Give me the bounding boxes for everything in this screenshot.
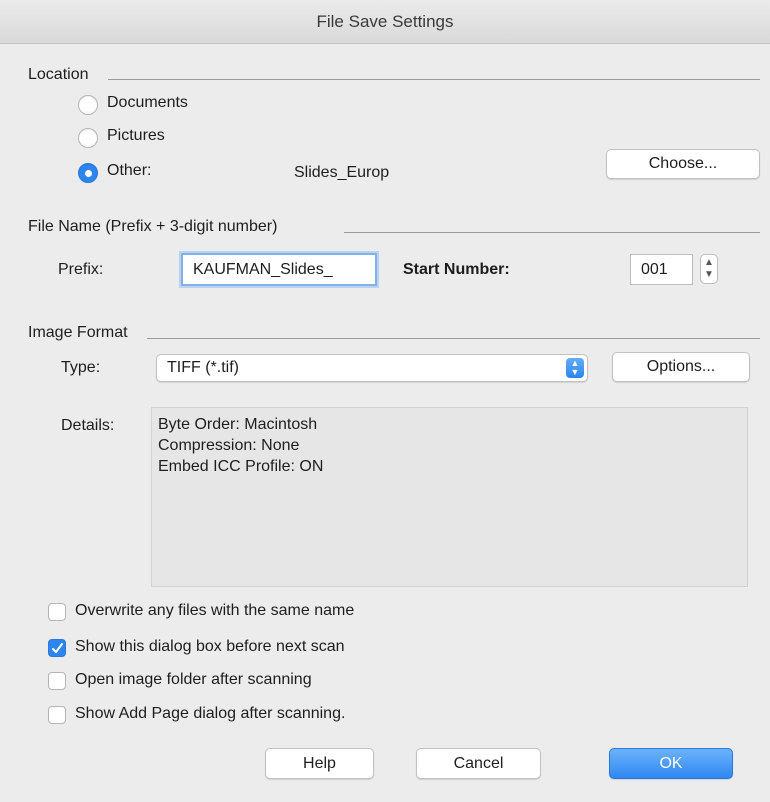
details-label: Details: [61, 417, 115, 434]
overwrite-checkbox-label: Overwrite any files with the same name [75, 602, 355, 619]
radio-pictures-label: Pictures [107, 127, 165, 144]
stepper-up-icon[interactable]: ▲ [704, 257, 714, 268]
file-name-section-label: File Name (Prefix + 3-digit number) [28, 218, 278, 235]
ok-button[interactable]: OK [609, 748, 733, 779]
help-button[interactable]: Help [265, 748, 374, 779]
show-dialog-checkbox-label: Show this dialog box before next scan [75, 638, 345, 655]
window-title: File Save Settings [0, 0, 770, 44]
overwrite-checkbox[interactable] [48, 603, 66, 621]
cancel-button[interactable]: Cancel [416, 748, 541, 779]
details-line: Byte Order: Macintosh [158, 416, 318, 433]
start-number-label: Start Number: [403, 261, 510, 278]
radio-pictures[interactable] [78, 128, 98, 148]
open-folder-checkbox-label: Open image folder after scanning [75, 671, 312, 688]
radio-other-label: Other: [107, 162, 152, 179]
location-divider [108, 79, 760, 80]
start-number-input[interactable]: 001 [630, 254, 693, 285]
prefix-label: Prefix: [58, 261, 104, 278]
checkmark-icon [52, 643, 63, 653]
show-dialog-checkbox[interactable] [48, 639, 66, 657]
radio-documents-label: Documents [107, 94, 188, 111]
radio-other[interactable] [78, 163, 98, 183]
stepper-down-icon[interactable]: ▼ [704, 269, 714, 280]
prefix-input[interactable]: KAUFMAN_Slides_ [181, 253, 377, 286]
details-box: Byte Order: Macintosh Compression: None … [151, 407, 748, 587]
open-folder-checkbox[interactable] [48, 672, 66, 690]
location-section-label: Location [28, 66, 89, 83]
start-number-stepper[interactable]: ▲ ▼ [700, 254, 718, 284]
type-label: Type: [61, 359, 101, 376]
details-line: Embed ICC Profile: ON [158, 458, 324, 475]
details-line: Compression: None [158, 437, 300, 454]
image-format-divider [147, 338, 760, 339]
add-page-checkbox-label: Show Add Page dialog after scanning. [75, 705, 346, 722]
type-select[interactable]: TIFF (*.tif) ▲ ▼ [156, 354, 588, 382]
other-location-value: Slides_Europ [294, 164, 390, 181]
type-select-value: TIFF (*.tif) [167, 359, 239, 376]
add-page-checkbox[interactable] [48, 706, 66, 724]
radio-documents[interactable] [78, 95, 98, 115]
options-button[interactable]: Options... [612, 352, 750, 382]
chevron-updown-icon: ▲ ▼ [566, 358, 584, 378]
file-name-divider [344, 232, 760, 233]
choose-button[interactable]: Choose... [606, 149, 760, 179]
image-format-section-label: Image Format [28, 324, 128, 341]
